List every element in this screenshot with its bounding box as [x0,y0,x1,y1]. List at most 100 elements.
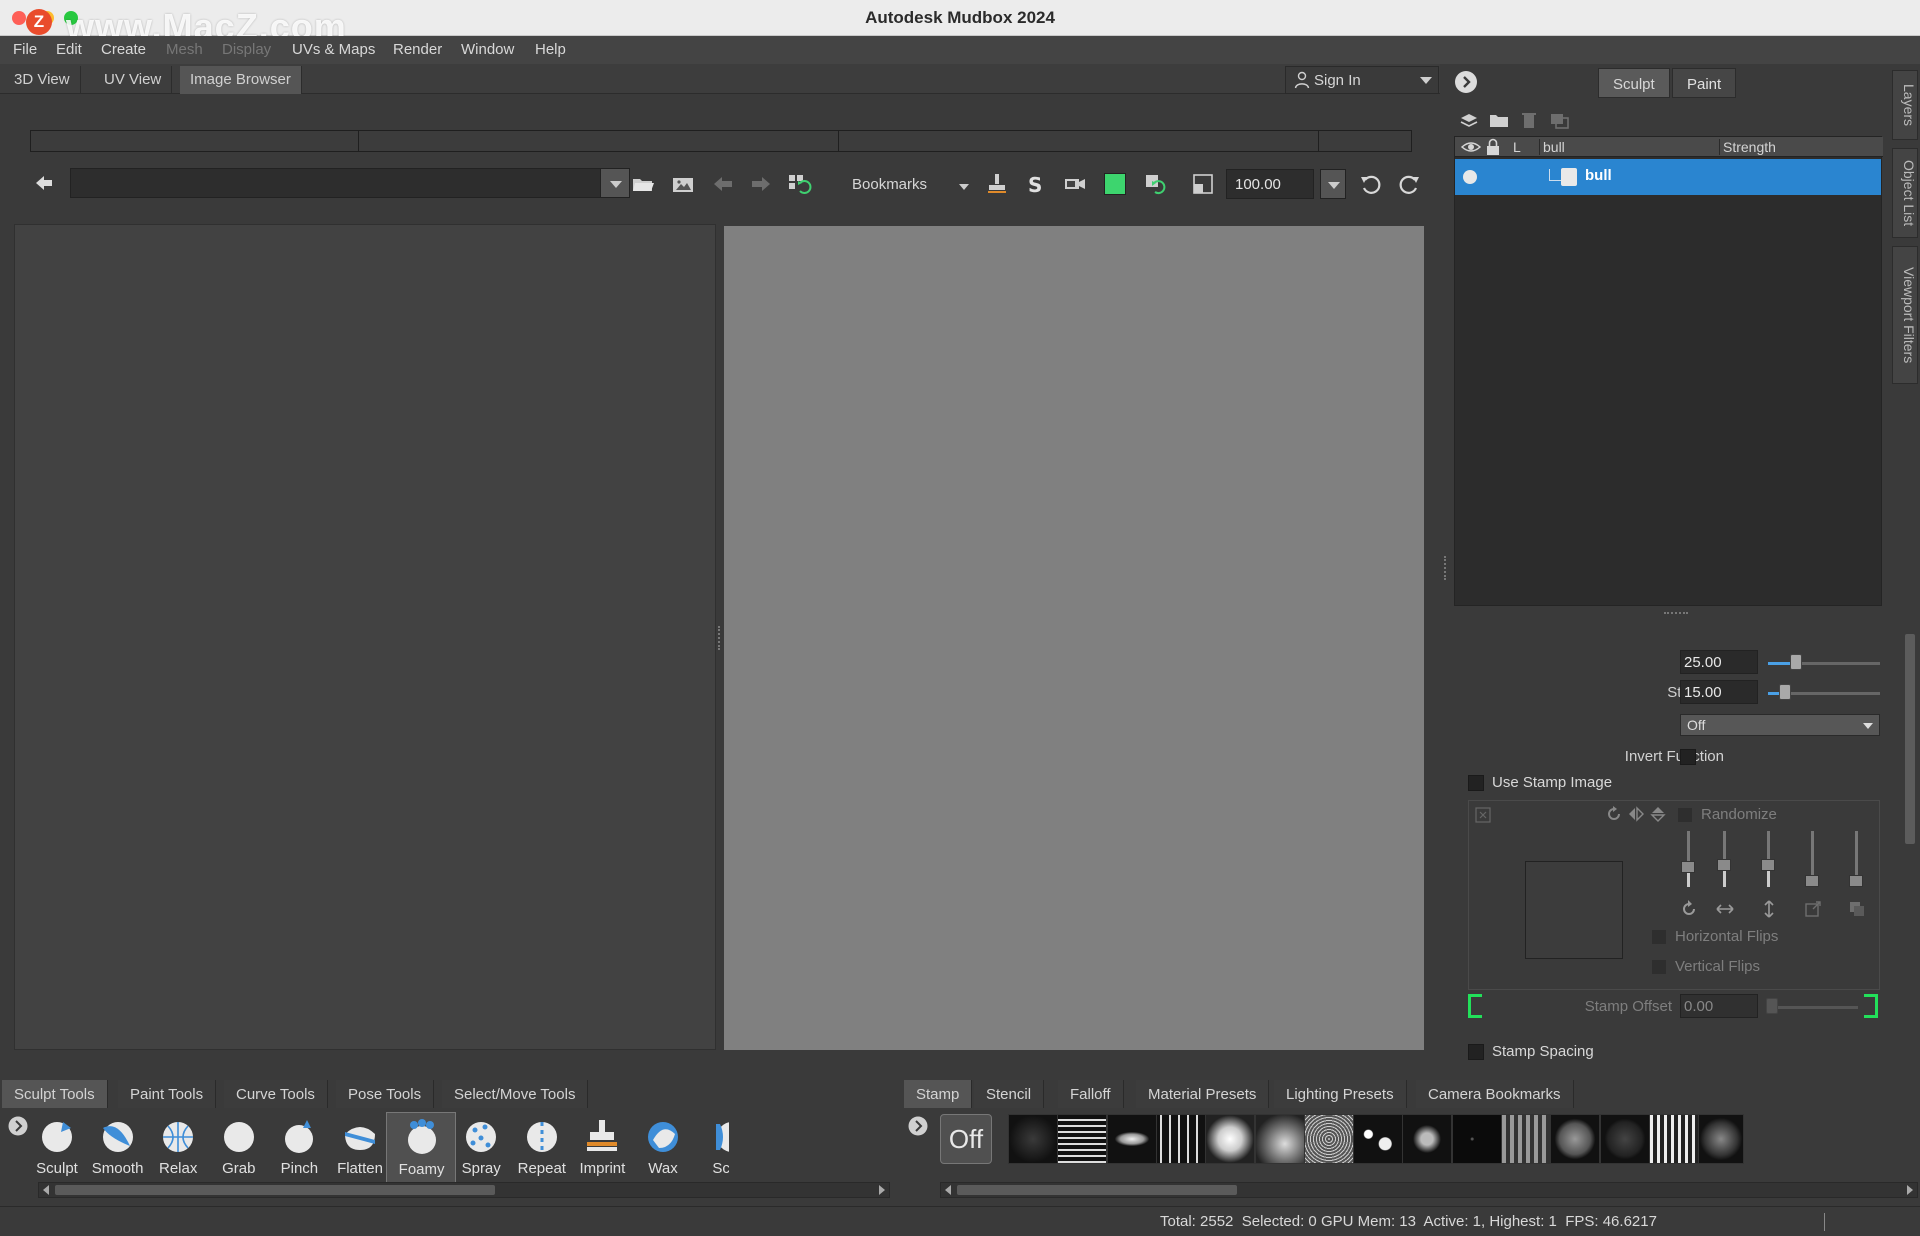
tab-curve-tools[interactable]: Curve Tools [224,1080,328,1108]
menu-uvs-maps[interactable]: UVs & Maps [292,41,375,58]
properties-scrollbar[interactable] [1902,618,1918,1068]
side-tab-object-list[interactable]: Object List [1892,148,1918,238]
set-stamp-icon[interactable] [984,171,1010,197]
properties-scroll-thumb[interactable] [1905,634,1915,844]
rotate-right-icon[interactable] [1396,171,1422,197]
stamp-thumbnail-dots-fine[interactable] [1451,1114,1502,1164]
visibility-dot-icon[interactable] [1463,170,1477,184]
bookmarks-dropdown[interactable]: Bookmarks [852,176,927,193]
stamp-thumbnail-noise-dark[interactable] [1008,1114,1058,1164]
rotate-left-icon[interactable] [1358,171,1384,197]
stamp-spacing-checkbox[interactable] [1468,1044,1484,1060]
layer-row[interactable]: bull [1455,159,1881,195]
stamp-thumbnail-bars[interactable] [1501,1114,1551,1164]
right-panel-splitter[interactable] [1444,556,1446,580]
mirror-select[interactable]: Off [1680,714,1880,736]
vertical-flips-checkbox[interactable] [1651,959,1667,975]
tool-wax-button[interactable]: Wax [628,1112,698,1184]
tool-scr-button[interactable]: Scr [689,1112,729,1184]
tool-tray-scroll-thumb[interactable] [55,1185,495,1195]
size-slider-thumb[interactable] [1790,654,1802,670]
stamp-offset-slider-thumb[interactable] [1766,998,1778,1014]
sign-in-dropdown[interactable]: Sign In [1285,66,1439,94]
set-stencil-icon[interactable]: S [1022,171,1048,197]
tab-pose-tools[interactable]: Pose Tools [336,1080,435,1108]
zoom-dropdown[interactable] [1320,169,1346,199]
tab-3d-view[interactable]: 3D View [4,66,81,94]
side-tab-viewport-filters[interactable]: Viewport Filters [1892,246,1918,384]
tab-uv-view[interactable]: UV View [94,66,173,94]
image-folder-icon[interactable] [670,171,696,197]
stamp-thumbnail-scatter[interactable] [1353,1114,1404,1164]
lock-icon[interactable] [1485,138,1501,156]
tab-stencil[interactable]: Stencil [974,1080,1045,1108]
stamp-tray-scroll-thumb[interactable] [957,1185,1237,1195]
flip-vertical-icon[interactable] [1649,805,1667,823]
layer-folder-icon[interactable] [1488,110,1510,130]
rotate-stamp-icon[interactable] [1605,805,1623,823]
tab-lighting-presets[interactable]: Lighting Presets [1274,1080,1407,1108]
menu-edit[interactable]: Edit [56,41,82,58]
flip-horizontal-icon[interactable] [1627,805,1645,823]
menu-help[interactable]: Help [535,41,566,58]
camera-icon[interactable] [1062,171,1088,197]
scroll-right-icon[interactable] [879,1185,885,1195]
scroll-left-icon[interactable] [43,1185,49,1195]
tool-repeat-button[interactable]: Repeat [507,1112,577,1184]
zoom-input[interactable]: 100.00 [1226,169,1314,199]
use-stamp-image-checkbox[interactable] [1468,775,1484,791]
tab-paint[interactable]: Paint [1672,68,1737,98]
opacity-slider[interactable] [1849,831,1863,887]
tool-tray-scrollbar[interactable] [38,1182,890,1198]
stamp-thumbnail-spray[interactable] [1402,1114,1453,1164]
strength-input[interactable]: 15.00 [1680,680,1758,704]
new-layer-icon[interactable] [1458,110,1480,130]
offset-jitter-slider[interactable] [1761,831,1775,887]
tool-flatten-button[interactable]: Flatten [325,1112,395,1184]
stamp-thumbnail-blob[interactable] [1698,1114,1745,1164]
stamp-offset-slider[interactable] [1768,1006,1858,1009]
color-swatch[interactable] [1104,173,1126,195]
panel-splitter[interactable] [718,626,722,650]
menu-window[interactable]: Window [461,41,514,58]
strength-slider-thumb[interactable] [1779,684,1791,700]
stamp-thumbnail-sphere-texture[interactable] [1550,1114,1601,1164]
merge-layer-icon[interactable] [1548,110,1570,130]
tab-material-presets[interactable]: Material Presets [1136,1080,1270,1108]
stamp-thumbnail-splat[interactable] [1106,1114,1157,1164]
path-history-dropdown[interactable] [600,168,630,198]
tool-smooth-button[interactable]: Smooth [83,1112,153,1184]
stamp-thumbnail-cloud-bright[interactable] [1205,1114,1256,1164]
stamp-thumbnail-speckle[interactable] [1303,1114,1354,1164]
stamp-tray-scrollbar[interactable] [940,1182,1918,1198]
rotation-jitter-slider[interactable] [1681,831,1695,887]
tab-image-browser[interactable]: Image Browser [180,66,302,94]
stamp-thumbnail-vertical-streaks[interactable] [1155,1114,1206,1164]
next-image-icon[interactable] [748,171,774,197]
invert-function-checkbox[interactable] [1680,749,1696,765]
menu-render[interactable]: Render [393,41,442,58]
stamp-link-icon[interactable] [1475,807,1491,823]
tab-camera-bookmarks[interactable]: Camera Bookmarks [1416,1080,1574,1108]
delete-layer-icon[interactable] [1518,110,1540,130]
tab-falloff[interactable]: Falloff [1058,1080,1124,1108]
scroll-right-icon[interactable] [1907,1185,1913,1195]
fit-image-icon[interactable] [1190,171,1216,197]
open-folder-icon[interactable] [630,171,656,197]
folder-path-strip[interactable] [30,130,1412,152]
previous-image-icon[interactable] [710,171,736,197]
path-input[interactable] [70,168,630,198]
menu-display[interactable]: Display [222,41,271,58]
size-input[interactable]: 25.00 [1680,650,1758,674]
side-tab-layers[interactable]: Layers [1892,70,1918,140]
tab-stamp[interactable]: Stamp [904,1080,973,1108]
scale-jitter-slider[interactable] [1717,831,1731,887]
tab-sculpt[interactable]: Sculpt [1598,68,1670,98]
menu-file[interactable]: File [13,41,37,58]
back-arrow-icon[interactable] [34,173,54,193]
tray-expand-icon[interactable] [908,1116,928,1136]
randomize-checkbox[interactable] [1677,807,1693,823]
tool-pinch-button[interactable]: Pinch [264,1112,334,1184]
tab-select-move-tools[interactable]: Select/Move Tools [442,1080,589,1108]
tab-paint-tools[interactable]: Paint Tools [118,1080,217,1108]
